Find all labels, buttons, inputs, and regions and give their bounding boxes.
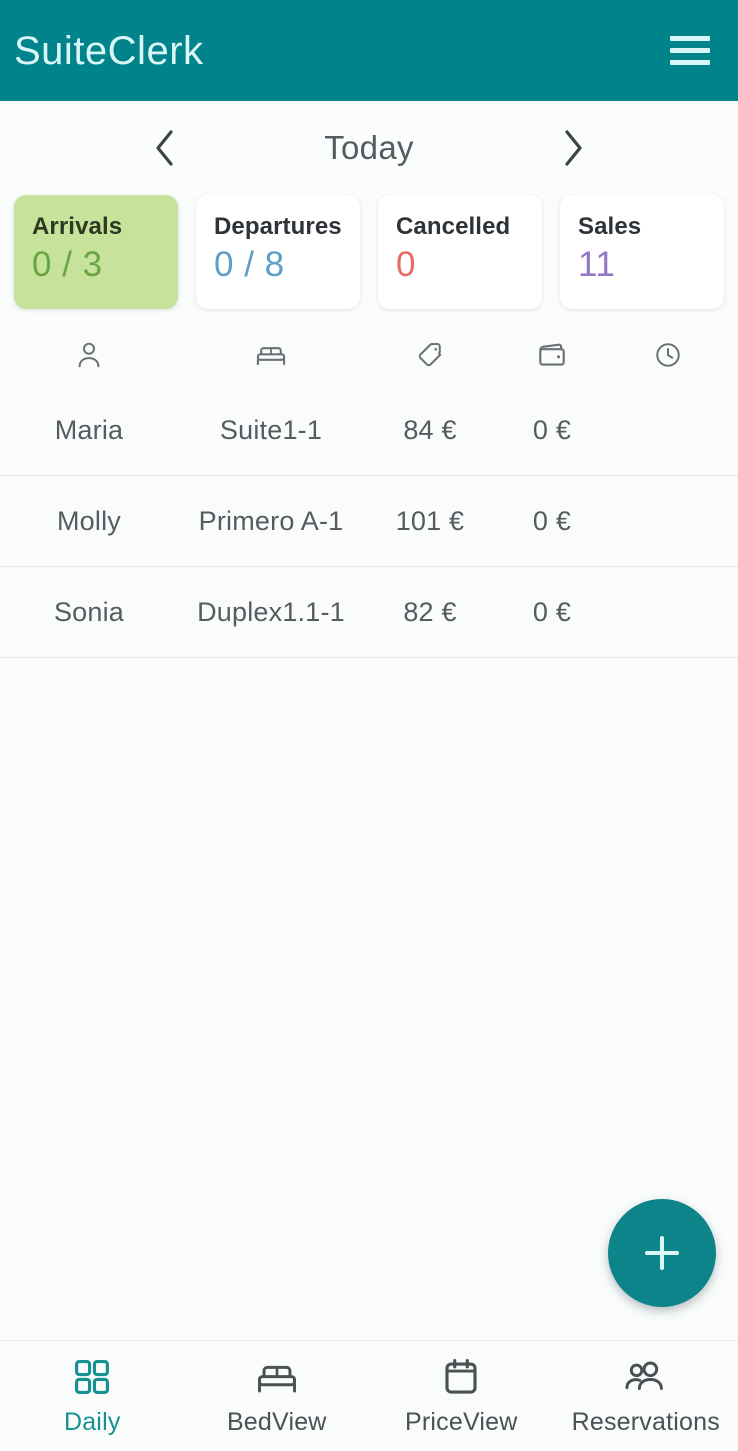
current-date-label: Today <box>324 129 414 166</box>
cell-paid: 0 € <box>532 596 572 627</box>
app-bar: SuiteClerk <box>0 0 738 101</box>
cell-paid: 0 € <box>532 414 572 445</box>
nav-item-priceview[interactable]: PriceView <box>369 1341 554 1451</box>
table-row[interactable]: Molly Primero A-1 101 € 0 € <box>0 476 738 567</box>
stat-card-cancelled[interactable]: Cancelled 0 <box>378 195 542 309</box>
cell-paid: 0 € <box>532 505 572 536</box>
cell-room: Suite1-1 <box>219 414 323 445</box>
stat-card-label: Arrivals <box>32 213 123 240</box>
stat-card-value: 0 / 8 <box>214 244 285 284</box>
person-icon <box>0 339 178 371</box>
people-icon <box>623 1355 669 1399</box>
nav-item-reservations[interactable]: Reservations <box>554 1341 738 1451</box>
stat-card-value: 0 <box>396 244 416 284</box>
hamburger-bar <box>670 48 710 53</box>
chevron-right-icon <box>563 129 585 167</box>
stat-card-label: Cancelled <box>396 213 511 240</box>
nav-item-label: Reservations <box>571 1408 720 1436</box>
stat-card-arrivals[interactable]: Arrivals 0 / 3 <box>14 195 178 309</box>
date-navigator: Today <box>0 101 738 195</box>
hamburger-bar <box>670 36 710 41</box>
cell-guest-name: Maria <box>54 414 124 445</box>
table-row[interactable]: Maria Suite1-1 84 € 0 € <box>0 385 738 476</box>
add-reservation-fab[interactable] <box>608 1199 716 1307</box>
plus-icon <box>639 1230 685 1276</box>
grid-icon <box>71 1355 113 1399</box>
nav-item-label: Daily <box>63 1408 121 1436</box>
cell-guest-name: Sonia <box>53 596 125 627</box>
chevron-left-icon <box>153 129 175 167</box>
app-title: SuiteClerk <box>14 28 204 73</box>
wallet-icon <box>496 340 608 370</box>
stats-card-row: Arrivals 0 / 3 Departures 0 / 8 Cancelle… <box>0 195 738 317</box>
cell-room: Primero A-1 <box>198 505 344 536</box>
app-root: SuiteClerk Today Arrivals 0 / 3 Departur… <box>0 0 738 1451</box>
clock-icon <box>608 339 728 371</box>
stat-card-label: Departures <box>214 213 342 240</box>
stat-card-departures[interactable]: Departures 0 / 8 <box>196 195 360 309</box>
cell-room: Duplex1.1-1 <box>197 596 345 627</box>
stat-card-value: 0 / 3 <box>32 244 103 284</box>
nav-item-label: BedView <box>226 1408 327 1436</box>
cell-price: 101 € <box>395 505 465 536</box>
hamburger-bar <box>670 60 710 65</box>
stat-card-value: 11 <box>578 244 616 284</box>
stat-card-label: Sales <box>578 213 642 240</box>
stat-card-sales[interactable]: Sales 11 <box>560 195 724 309</box>
table-row[interactable]: Sonia Duplex1.1-1 82 € 0 € <box>0 567 738 658</box>
hamburger-menu-icon[interactable] <box>668 33 712 69</box>
bed-icon <box>254 1355 300 1399</box>
nav-item-bedview[interactable]: BedView <box>185 1341 370 1451</box>
calendar-icon <box>440 1355 482 1399</box>
table-header-row <box>0 325 738 385</box>
next-day-button[interactable] <box>528 112 620 184</box>
bed-icon <box>178 339 364 371</box>
bottom-navigation: Daily BedView PriceView Reservations <box>0 1340 738 1451</box>
nav-item-label: PriceView <box>405 1408 518 1436</box>
price-tag-icon <box>364 339 496 371</box>
cell-guest-name: Molly <box>56 505 121 536</box>
cell-price: 84 € <box>403 414 457 445</box>
cell-price: 82 € <box>403 596 457 627</box>
nav-item-daily[interactable]: Daily <box>0 1341 185 1451</box>
prev-day-button[interactable] <box>118 112 210 184</box>
arrivals-table: Maria Suite1-1 84 € 0 € Molly Primero A-… <box>0 317 738 1340</box>
